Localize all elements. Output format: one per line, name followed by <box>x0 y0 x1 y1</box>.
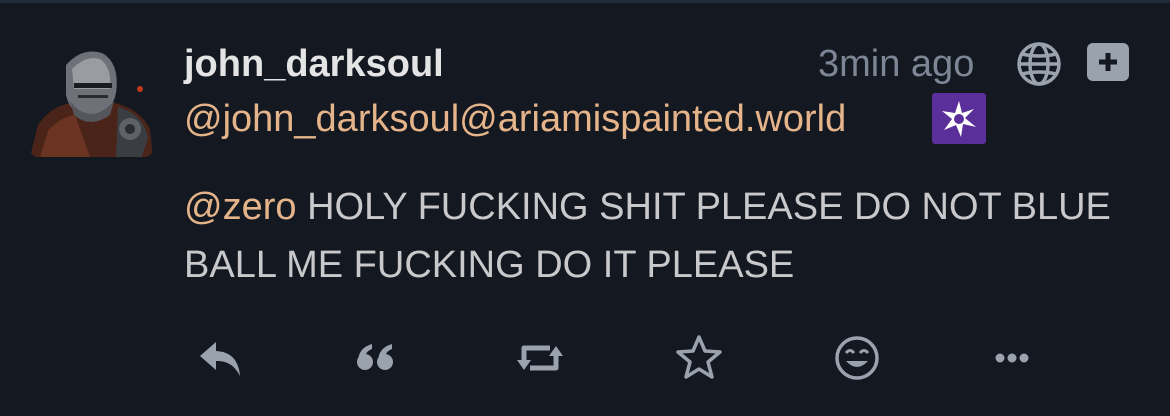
timestamp[interactable]: 3min ago <box>818 40 974 88</box>
avatar[interactable] <box>30 45 153 157</box>
reply-button[interactable] <box>192 330 248 386</box>
repeat-icon <box>517 345 563 371</box>
react-button[interactable] <box>829 330 885 386</box>
star-icon <box>676 335 722 379</box>
post-content: @zero HOLY FUCKING SHIT PLEASE DO NOT BL… <box>184 178 1114 294</box>
favorite-button[interactable] <box>671 330 727 386</box>
top-divider <box>0 0 1170 3</box>
reply-icon <box>200 342 240 376</box>
globe-icon[interactable] <box>1015 40 1063 88</box>
post-body-text: HOLY FUCKING SHIT PLEASE DO NOT BLUE BAL… <box>184 186 1111 286</box>
more-options-button[interactable] <box>984 330 1040 386</box>
quote-button[interactable] <box>348 330 404 386</box>
quote-icon <box>357 344 393 370</box>
smiley-icon <box>835 336 879 380</box>
plus-icon <box>1099 53 1117 71</box>
display-name[interactable]: john_darksoul <box>184 40 444 88</box>
boost-button[interactable] <box>512 330 568 386</box>
post-actions <box>0 330 1170 386</box>
user-handle[interactable]: @john_darksoul@ariamispainted.world <box>184 95 846 143</box>
mention-link[interactable]: @zero <box>184 186 297 228</box>
more-menu-button[interactable] <box>1087 43 1129 81</box>
misskey-instance-icon <box>932 93 986 144</box>
ellipsis-icon <box>995 353 1029 363</box>
knight-avatar-image <box>30 45 153 157</box>
